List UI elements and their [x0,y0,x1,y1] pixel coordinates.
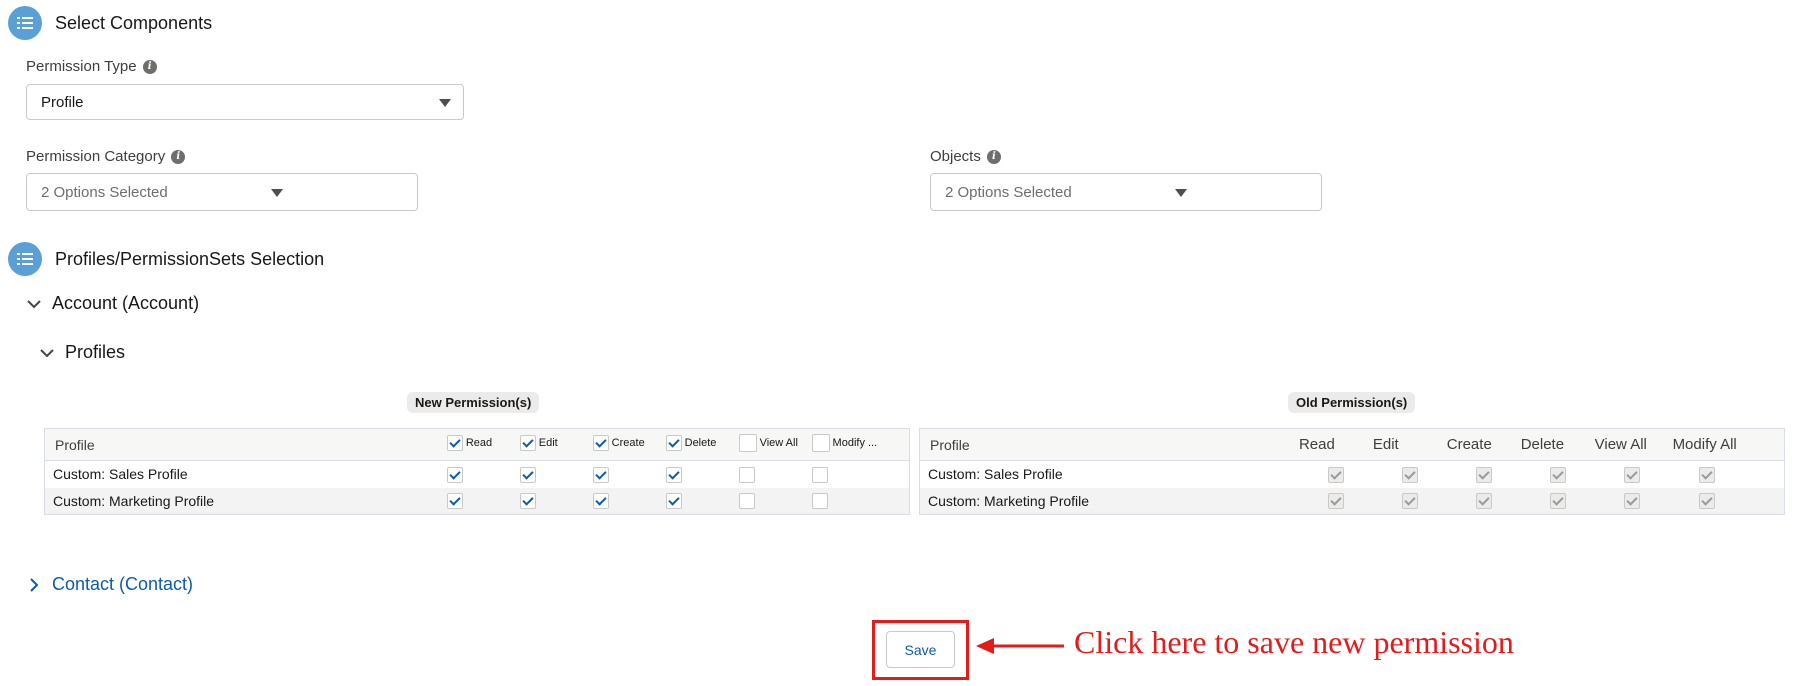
table-header-row: Profile Read Edit Create Delete View All… [919,428,1785,461]
tree-item-account[interactable]: Account (Account) [26,293,199,314]
header-checkbox-read[interactable] [446,435,463,451]
column-header-profile: Profile [55,436,95,453]
checkbox-edit-disabled [1401,493,1418,510]
checkbox-read-disabled [1327,466,1344,483]
tree-label-profiles: Profiles [65,342,126,362]
objects-label: Objects i [930,148,1001,165]
header-label-view-all: View All [759,437,798,449]
checkbox-view-all[interactable] [738,493,755,510]
old-permission-title: Old Permission(s) [1288,392,1416,413]
header-label-modify-all: Modify ... [832,437,878,449]
tree-label-contact: Contact (Contact) [52,574,194,594]
new-permission-table: Profile Read Edit Create Delete View All… [44,428,910,515]
header-label-delete: Delete [684,437,717,449]
checkbox-delete-disabled [1549,466,1566,483]
row-profile-name: Custom: Sales Profile [53,466,188,483]
permission-category-label-text: Permission Category [26,148,166,165]
checkbox-view-all-disabled [1623,466,1640,483]
column-header-view-all: View All [1594,436,1647,453]
checkbox-modify-all-disabled [1698,466,1715,483]
checkbox-create[interactable] [592,493,609,510]
table-row: Custom: Marketing Profile [44,487,910,515]
header-label-read: Read [465,437,493,449]
checkbox-edit[interactable] [519,466,536,483]
column-header-create: Create [592,429,666,461]
column-header-edit: Edit [519,429,593,461]
column-header-edit: Edit [1372,436,1399,453]
checkbox-create[interactable] [592,466,609,483]
checkbox-create-disabled [1475,493,1492,510]
tree-label-account: Account (Account) [52,293,200,313]
annotation-text: Click here to save new permission [1074,624,1514,660]
save-button[interactable]: Save [886,631,955,668]
chevron-down-icon [27,299,41,308]
header-checkbox-delete[interactable] [665,435,682,451]
checkbox-view-all[interactable] [738,466,755,483]
checkbox-delete-disabled [1549,493,1566,510]
header-checkbox-create[interactable] [592,435,609,451]
checkbox-edit[interactable] [519,493,536,510]
header-checkbox-modify-all[interactable] [811,434,830,452]
tree-item-profiles[interactable]: Profiles [39,342,125,363]
checkbox-modify-all[interactable] [811,466,828,483]
new-permission-title: New Permission(s) [407,392,540,413]
permission-category-label: Permission Category i [26,148,186,165]
chevron-down-icon [439,99,451,107]
objects-value: 2 Options Selected [945,183,1072,201]
checkbox-view-all-disabled [1623,493,1640,510]
chevron-down-icon [271,189,283,197]
info-icon[interactable]: i [142,59,157,74]
chevron-right-icon [30,577,39,592]
row-profile-name: Custom: Marketing Profile [53,492,215,509]
info-icon[interactable]: i [986,149,1001,164]
checkbox-edit-disabled [1401,466,1418,483]
info-icon[interactable]: i [171,149,186,164]
column-header-modify-all: Modify All [1672,436,1737,453]
section-list-icon [8,242,42,276]
permission-type-label-text: Permission Type [26,58,137,75]
objects-select[interactable]: 2 Options Selected [930,173,1322,211]
table-row: Custom: Sales Profile [45,461,910,488]
permission-category-value: 2 Options Selected [41,183,168,201]
row-profile-name: Custom: Marketing Profile [928,492,1090,509]
header-checkbox-edit[interactable] [519,435,536,451]
checkbox-read[interactable] [446,493,463,510]
checkbox-delete[interactable] [665,493,682,510]
header-label-create: Create [611,437,645,449]
column-header-delete: Delete [665,429,739,461]
permission-type-value: Profile [41,93,84,111]
checkbox-modify-all[interactable] [811,493,828,510]
column-header-view-all: View All [738,429,812,461]
section-list-icon [8,6,42,40]
section-title-profiles-permissionsets: Profiles/PermissionSets Selection [55,249,325,269]
column-header-delete: Delete [1520,436,1565,453]
section-title-select-components: Select Components [55,13,213,33]
arrow-left-icon [976,638,1064,654]
header-checkbox-view-all[interactable] [738,434,757,452]
column-header-read: Read [446,429,520,461]
column-header-create: Create [1446,436,1492,453]
header-label-edit: Edit [538,437,558,449]
objects-label-text: Objects [930,148,981,165]
tree-item-contact[interactable]: Contact (Contact) [28,574,193,595]
checkbox-delete[interactable] [665,466,682,483]
column-header-modify-all: Modify ... [811,429,910,461]
column-header-profile: Profile [930,436,970,453]
table-row: Custom: Marketing Profile [919,487,1785,515]
old-permission-table: Profile Read Edit Create Delete View All… [919,428,1785,515]
checkbox-modify-all-disabled [1698,493,1715,510]
chevron-down-icon [40,348,54,357]
row-profile-name: Custom: Sales Profile [928,466,1063,483]
chevron-down-icon [1175,189,1187,197]
table-header-row: Profile Read Edit Create Delete View All… [44,428,910,461]
column-header-read: Read [1298,436,1335,453]
table-row: Custom: Sales Profile [920,461,1785,488]
checkbox-read-disabled [1327,493,1344,510]
checkbox-create-disabled [1475,466,1492,483]
permission-category-select[interactable]: 2 Options Selected [26,173,418,211]
permission-type-label: Permission Type i [26,58,157,75]
permission-type-select[interactable]: Profile [26,84,464,120]
checkbox-read[interactable] [446,466,463,483]
